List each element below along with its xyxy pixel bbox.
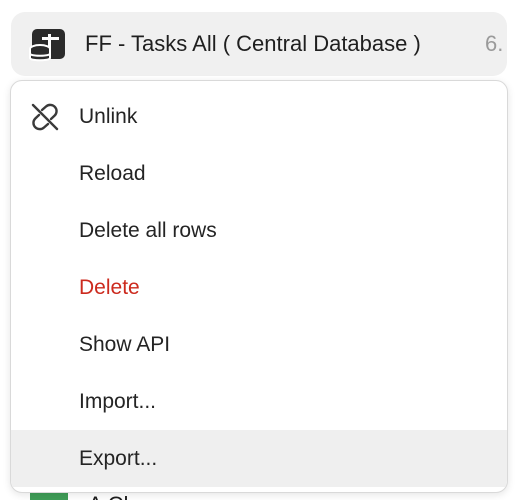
menu-item-unlink[interactable]: Unlink (11, 88, 507, 145)
menu-item-delete-all-rows[interactable]: Delete all rows (11, 202, 507, 259)
menu-item-import[interactable]: Import... (11, 373, 507, 430)
context-menu: Unlink Reload Delete all rows Delete Sho… (10, 80, 508, 493)
menu-item-reload[interactable]: Reload (11, 145, 507, 202)
menu-item-label: Delete (79, 276, 140, 299)
table-title: FF - Tasks All ( Central Database ) (85, 31, 421, 56)
table-header[interactable]: FF - Tasks All ( Central Database ) 6. (11, 12, 507, 76)
menu-item-label: Show API (79, 333, 171, 356)
menu-item-label: Delete all rows (79, 219, 217, 242)
database-table-icon (29, 29, 65, 62)
menu-item-label: Export... (79, 447, 158, 470)
menu-item-label: Import... (79, 390, 157, 413)
list-item-label: A Ch (88, 492, 136, 500)
menu-item-label: Reload (79, 162, 146, 185)
app-stage: FF - Tasks All ( Central Database ) 6. A… (0, 0, 530, 500)
table-version-fragment: 6. (485, 31, 504, 56)
menu-item-delete[interactable]: Delete (11, 259, 507, 316)
menu-item-show-api[interactable]: Show API (11, 316, 507, 373)
unlink-icon (31, 103, 59, 131)
menu-item-label: Unlink (79, 105, 138, 128)
menu-item-export[interactable]: Export... (11, 430, 507, 487)
